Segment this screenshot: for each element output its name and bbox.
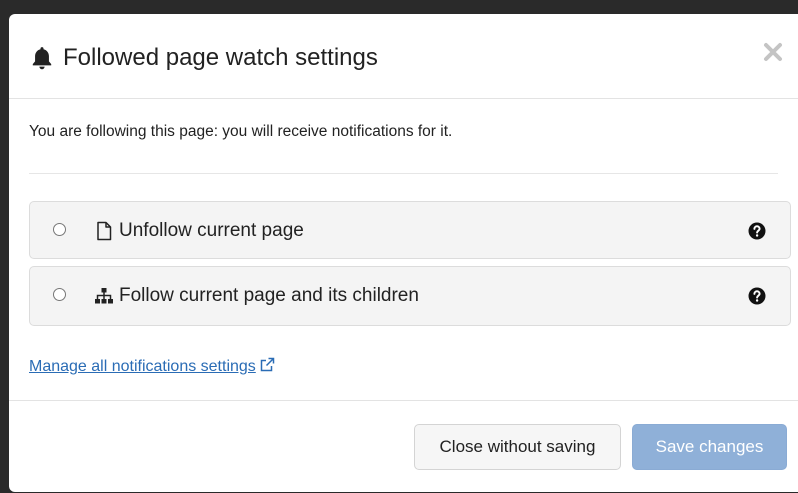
manage-link-text: Manage all notifications settings	[29, 358, 256, 375]
sitemap-icon	[95, 288, 113, 304]
watch-settings-dialog: Followed page watch settings You are fol…	[9, 14, 798, 492]
dialog-title: Followed page watch settings	[63, 44, 378, 71]
question-circle-icon[interactable]	[748, 287, 766, 305]
divider	[29, 173, 778, 174]
radio-follow-children[interactable]	[53, 288, 66, 301]
bell-icon	[32, 47, 52, 70]
question-circle-icon[interactable]	[748, 222, 766, 240]
close-without-saving-button[interactable]: Close without saving	[414, 424, 621, 470]
file-icon	[97, 221, 112, 241]
radio-unfollow[interactable]	[53, 223, 66, 236]
close-icon[interactable]	[761, 40, 785, 64]
option-follow-children[interactable]: Follow current page and its children	[29, 266, 791, 326]
external-link-icon	[260, 357, 275, 372]
footer-divider	[9, 400, 798, 401]
manage-notifications-link[interactable]: Manage all notifications settings	[29, 357, 275, 376]
save-changes-button[interactable]: Save changes	[632, 424, 787, 470]
option-unfollow[interactable]: Unfollow current page	[29, 201, 791, 259]
dialog-header: Followed page watch settings	[9, 14, 798, 99]
option-label: Unfollow current page	[119, 220, 304, 241]
option-label: Follow current page and its children	[119, 285, 419, 306]
follow-status-text: You are following this page: you will re…	[29, 123, 453, 140]
